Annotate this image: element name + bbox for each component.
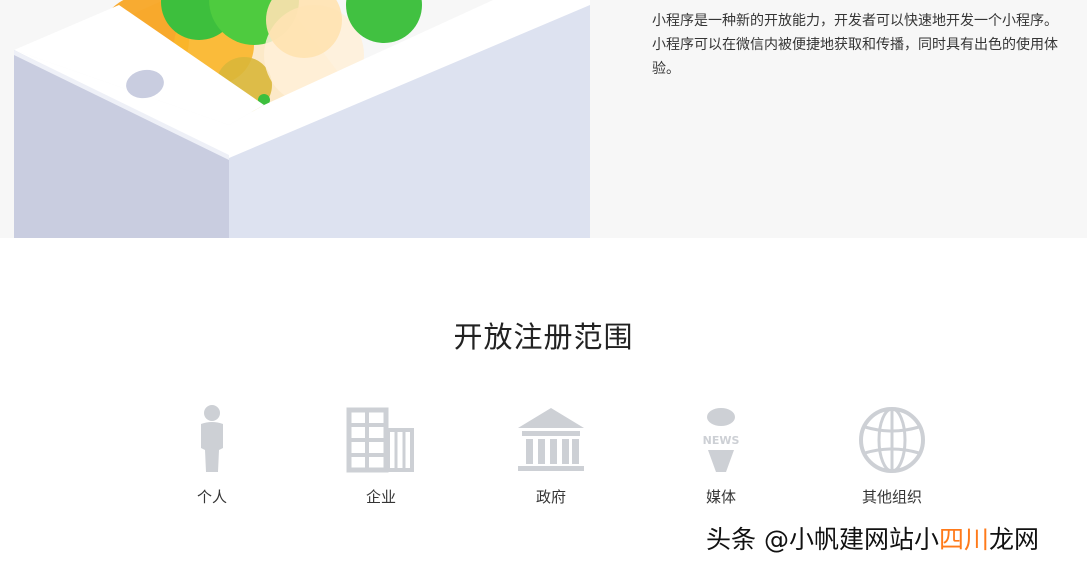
news-microphone-icon: NEWS bbox=[661, 400, 781, 478]
scope-item-enterprise: 企业 bbox=[321, 400, 441, 507]
scope-label-personal: 个人 bbox=[196, 488, 227, 506]
watermark: 头条 @小帆建网站小四川龙网 bbox=[706, 520, 1039, 556]
isometric-box-illustration bbox=[14, 0, 590, 238]
scope-item-other-org: 其他组织 bbox=[832, 400, 952, 507]
government-icon bbox=[491, 400, 611, 478]
globe-icon bbox=[832, 400, 952, 478]
watermark-prefix: 头条 @小帆建网站小 bbox=[706, 525, 939, 554]
scope-label-other-org: 其他组织 bbox=[861, 488, 922, 506]
intro-section: 小程序是一种新的开放能力，开发者可以快速地开发一个小程序。小程序可以在微信内被便… bbox=[0, 0, 1087, 238]
registration-scope-title: 开放注册范围 bbox=[453, 320, 634, 354]
watermark-highlight: 四川 bbox=[938, 525, 989, 554]
scope-item-personal: 个人 bbox=[152, 400, 272, 507]
mini-program-illustration bbox=[14, 0, 590, 238]
building-icon bbox=[321, 400, 441, 478]
intro-text: 小程序是一种新的开放能力，开发者可以快速地开发一个小程序。小程序可以在微信内被便… bbox=[652, 13, 1058, 77]
watermark-suffix: 龙网 bbox=[988, 525, 1039, 554]
scope-label-government: 政府 bbox=[535, 488, 566, 506]
scope-label-media: 媒体 bbox=[705, 488, 736, 506]
scope-item-government: 政府 bbox=[491, 400, 611, 507]
person-icon bbox=[152, 400, 272, 478]
svg-text:NEWS: NEWS bbox=[703, 434, 740, 447]
scope-label-enterprise: 企业 bbox=[365, 488, 396, 506]
scope-item-media: NEWS 媒体 bbox=[661, 400, 781, 507]
